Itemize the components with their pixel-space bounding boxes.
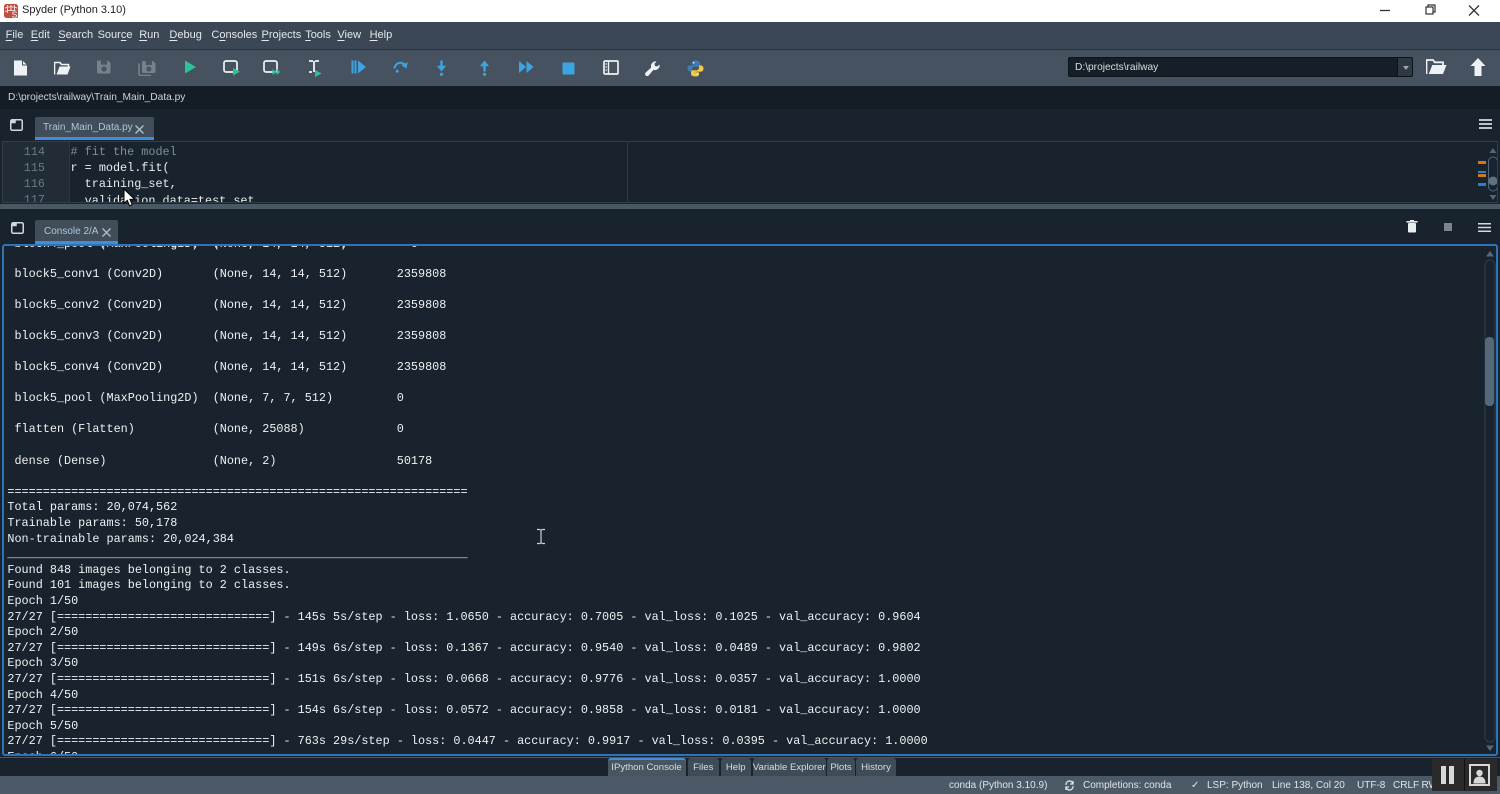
svg-text:S: S bbox=[12, 9, 18, 18]
